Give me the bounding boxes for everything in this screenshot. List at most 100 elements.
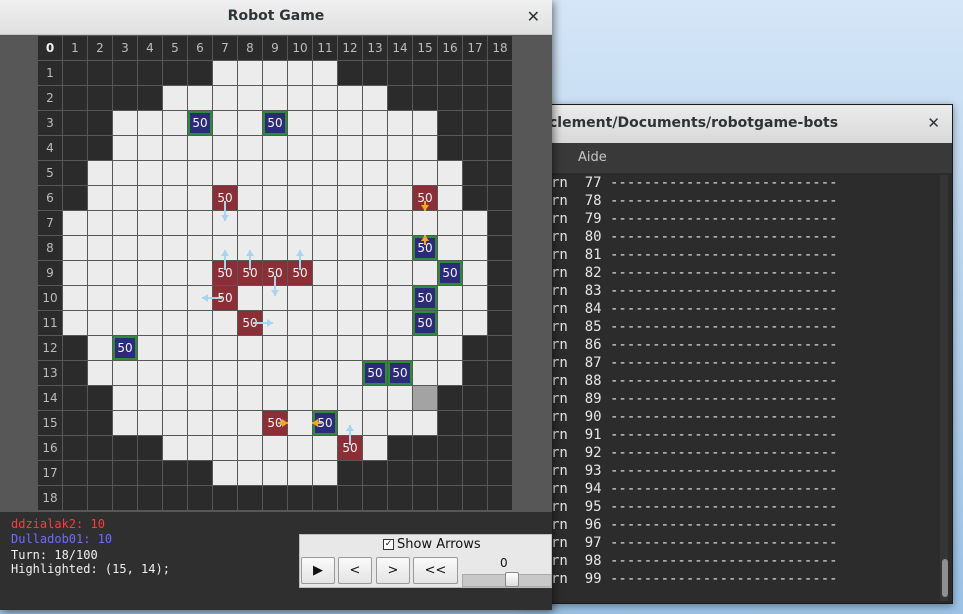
wall-cell[interactable] (438, 61, 462, 85)
floor-cell[interactable] (288, 111, 312, 135)
floor-cell[interactable] (463, 311, 487, 335)
red-robot[interactable]: 50 (238, 261, 262, 285)
floor-cell[interactable] (188, 411, 212, 435)
floor-cell[interactable] (338, 261, 362, 285)
show-arrows-toggle[interactable]: ✓ Show Arrows (383, 537, 481, 552)
wall-cell[interactable] (463, 161, 487, 185)
terminal-window[interactable]: clement/Documents/robotgame-bots ✕ al Ai… (520, 104, 953, 604)
floor-cell[interactable] (113, 261, 137, 285)
wall-cell[interactable] (388, 486, 412, 510)
floor-cell[interactable] (213, 136, 237, 160)
floor-cell[interactable] (188, 336, 212, 360)
wall-cell[interactable] (88, 411, 112, 435)
wall-cell[interactable] (463, 411, 487, 435)
floor-cell[interactable] (363, 211, 387, 235)
terminal-scrollbar-thumb[interactable] (942, 559, 948, 597)
wall-cell[interactable] (63, 161, 87, 185)
floor-cell[interactable] (413, 336, 437, 360)
floor-cell[interactable] (213, 411, 237, 435)
floor-cell[interactable] (288, 311, 312, 335)
wall-cell[interactable] (88, 61, 112, 85)
wall-cell[interactable] (163, 61, 187, 85)
speed-slider[interactable] (462, 572, 552, 587)
previous-turn-button[interactable]: < (338, 557, 372, 584)
floor-cell[interactable] (363, 86, 387, 110)
wall-cell[interactable] (238, 486, 262, 510)
floor-cell[interactable] (238, 236, 262, 260)
blue-robot[interactable]: 50 (413, 236, 437, 260)
floor-cell[interactable] (188, 161, 212, 185)
floor-cell[interactable] (288, 86, 312, 110)
blue-robot[interactable]: 50 (388, 361, 412, 385)
floor-cell[interactable] (388, 136, 412, 160)
floor-cell[interactable] (288, 161, 312, 185)
show-arrows-checkbox[interactable]: ✓ (383, 539, 394, 550)
floor-cell[interactable] (188, 286, 212, 310)
red-robot[interactable]: 50 (213, 186, 237, 210)
floor-cell[interactable] (288, 211, 312, 235)
wall-cell[interactable] (438, 486, 462, 510)
wall-cell[interactable] (88, 136, 112, 160)
floor-cell[interactable] (388, 311, 412, 335)
floor-cell[interactable] (163, 286, 187, 310)
wall-cell[interactable] (88, 386, 112, 410)
terminal-titlebar[interactable]: clement/Documents/robotgame-bots ✕ (521, 105, 952, 144)
wall-cell[interactable] (88, 111, 112, 135)
floor-cell[interactable] (63, 236, 87, 260)
terminal-menu-aide[interactable]: Aide (578, 150, 607, 165)
floor-cell[interactable] (163, 411, 187, 435)
wall-cell[interactable] (263, 486, 287, 510)
floor-cell[interactable] (363, 236, 387, 260)
floor-cell[interactable] (163, 361, 187, 385)
floor-cell[interactable] (313, 311, 337, 335)
wall-cell[interactable] (488, 436, 512, 460)
wall-cell[interactable] (463, 136, 487, 160)
floor-cell[interactable] (88, 336, 112, 360)
red-robot[interactable]: 50 (338, 436, 362, 460)
wall-cell[interactable] (488, 86, 512, 110)
floor-cell[interactable] (213, 461, 237, 485)
floor-cell[interactable] (363, 386, 387, 410)
floor-cell[interactable] (88, 211, 112, 235)
wall-cell[interactable] (463, 436, 487, 460)
floor-cell[interactable] (63, 286, 87, 310)
floor-cell[interactable] (213, 386, 237, 410)
wall-cell[interactable] (413, 61, 437, 85)
floor-cell[interactable] (463, 286, 487, 310)
wall-cell[interactable] (138, 486, 162, 510)
floor-cell[interactable] (413, 361, 437, 385)
floor-cell[interactable] (188, 386, 212, 410)
floor-cell[interactable] (238, 436, 262, 460)
wall-cell[interactable] (338, 61, 362, 85)
floor-cell[interactable] (313, 436, 337, 460)
wall-cell[interactable] (388, 436, 412, 460)
floor-cell[interactable] (263, 161, 287, 185)
floor-cell[interactable] (213, 336, 237, 360)
floor-cell[interactable] (188, 311, 212, 335)
wall-cell[interactable] (138, 461, 162, 485)
floor-cell[interactable] (238, 336, 262, 360)
wall-cell[interactable] (63, 486, 87, 510)
wall-cell[interactable] (63, 186, 87, 210)
floor-cell[interactable] (63, 261, 87, 285)
next-turn-button[interactable]: > (376, 557, 410, 584)
floor-cell[interactable] (138, 261, 162, 285)
floor-cell[interactable] (338, 211, 362, 235)
wall-cell[interactable] (488, 486, 512, 510)
floor-cell[interactable] (338, 236, 362, 260)
wall-cell[interactable] (488, 236, 512, 260)
floor-cell[interactable] (388, 386, 412, 410)
wall-cell[interactable] (188, 61, 212, 85)
floor-cell[interactable] (313, 361, 337, 385)
terminal-close-icon[interactable]: ✕ (927, 114, 940, 132)
floor-cell[interactable] (263, 236, 287, 260)
floor-cell[interactable] (438, 361, 462, 385)
floor-cell[interactable] (188, 86, 212, 110)
floor-cell[interactable] (163, 436, 187, 460)
floor-cell[interactable] (363, 286, 387, 310)
floor-cell[interactable] (88, 236, 112, 260)
floor-cell[interactable] (213, 61, 237, 85)
wall-cell[interactable] (438, 411, 462, 435)
wall-cell[interactable] (63, 86, 87, 110)
wall-cell[interactable] (463, 461, 487, 485)
